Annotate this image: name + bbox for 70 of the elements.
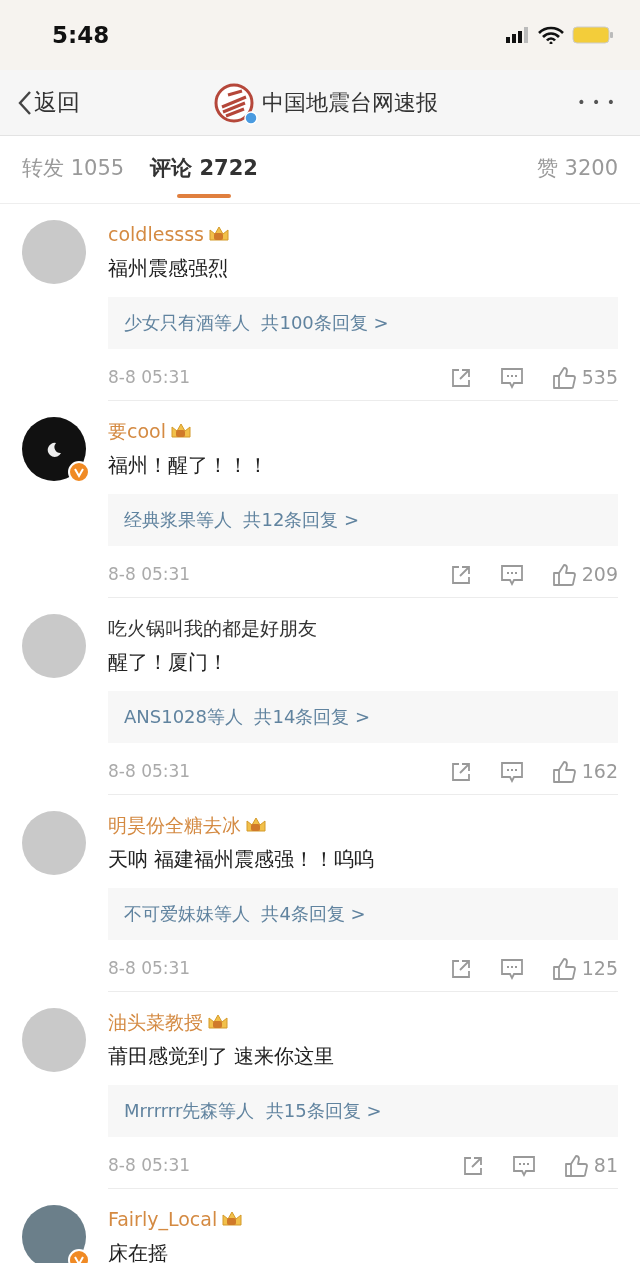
comment-text: 福州！醒了！！！	[108, 451, 269, 479]
like-button[interactable]: 162	[551, 757, 618, 786]
comment-icon	[499, 957, 524, 980]
username[interactable]: 吃火锅叫我的都是好朋友	[108, 614, 317, 643]
signal-icon	[506, 27, 530, 43]
like-button[interactable]: 209	[551, 560, 618, 589]
replies-link[interactable]: 不可爱妹妹等人 共4条回复 >	[108, 887, 618, 940]
share-icon	[449, 760, 472, 783]
comment-icon	[499, 366, 524, 389]
comment-button[interactable]	[511, 1154, 536, 1177]
tab[interactable]: 评论 2722	[150, 140, 258, 199]
comment-button[interactable]	[499, 366, 524, 389]
comment-text: 醒了！厦门！	[108, 648, 229, 676]
replies-link[interactable]: 少女只有酒等人 共100条回复 >	[108, 296, 618, 349]
crown-icon	[221, 1210, 244, 1229]
chevron-left-icon	[18, 89, 32, 116]
username[interactable]: coldlessss	[108, 220, 204, 249]
comment-button[interactable]	[499, 760, 524, 783]
share-button[interactable]	[449, 366, 472, 389]
username[interactable]: 要cool	[108, 417, 166, 446]
comment-time: 8-8 05:31	[108, 365, 191, 389]
status-time: 5:48	[52, 20, 110, 50]
comment-text: 床在摇	[108, 1239, 169, 1263]
comment-text: 莆田感觉到了 速来你这里	[108, 1042, 336, 1070]
share-button[interactable]	[461, 1154, 484, 1177]
share-icon	[449, 366, 472, 389]
comment-text: 福州震感强烈	[108, 254, 229, 282]
comment-icon	[499, 563, 524, 586]
comment-text: 天呐 福建福州震感强！！呜呜	[108, 845, 376, 873]
tab[interactable]: 赞 3200	[536, 140, 618, 199]
thumbs-up-icon	[551, 365, 576, 390]
share-icon	[449, 957, 472, 980]
crown-icon	[170, 422, 192, 441]
like-button[interactable]: 535	[551, 363, 618, 392]
comment-time: 8-8 05:31	[108, 562, 191, 586]
crown-icon	[245, 816, 267, 835]
replies-link[interactable]: ANS1028等人 共14条回复 >	[108, 690, 618, 743]
share-button[interactable]	[449, 563, 472, 586]
share-button[interactable]	[449, 957, 472, 980]
share-button[interactable]	[449, 760, 472, 783]
thumbs-up-icon	[551, 956, 576, 981]
share-icon	[449, 563, 472, 586]
replies-link[interactable]: Mrrrrrr先森等人 共15条回复 >	[108, 1084, 618, 1137]
battery-icon	[572, 25, 614, 45]
like-button[interactable]: 81	[563, 1151, 618, 1180]
moon-icon	[46, 441, 62, 457]
wifi-icon	[538, 26, 564, 44]
tab[interactable]: 转发 1055	[22, 140, 125, 199]
thumbs-up-icon	[563, 1153, 588, 1178]
comment-time: 8-8 05:31	[108, 759, 191, 783]
comment-icon	[511, 1154, 536, 1177]
comment-button[interactable]	[499, 957, 524, 980]
page-title: 中国地震台网速报	[261, 89, 438, 117]
comment-time: 8-8 05:31	[108, 956, 191, 980]
comment-button[interactable]	[499, 563, 524, 586]
like-button[interactable]: 125	[551, 954, 618, 983]
crown-icon	[208, 225, 230, 244]
share-icon	[461, 1154, 484, 1177]
username[interactable]: 油头菜教授	[108, 1008, 203, 1037]
logo-icon	[213, 82, 254, 123]
back-button[interactable]: 返回	[18, 85, 80, 120]
thumbs-up-icon	[551, 562, 576, 587]
username[interactable]: Fairly_Local	[108, 1205, 218, 1234]
thumbs-up-icon	[551, 759, 576, 784]
crown-icon	[207, 1013, 229, 1032]
username[interactable]: 明昊份全糖去冰	[108, 811, 241, 840]
more-button[interactable]: • • •	[571, 91, 622, 114]
comment-time: 8-8 05:31	[108, 1153, 191, 1177]
comment-icon	[499, 760, 524, 783]
replies-link[interactable]: 经典浆果等人 共12条回复 >	[108, 493, 618, 546]
